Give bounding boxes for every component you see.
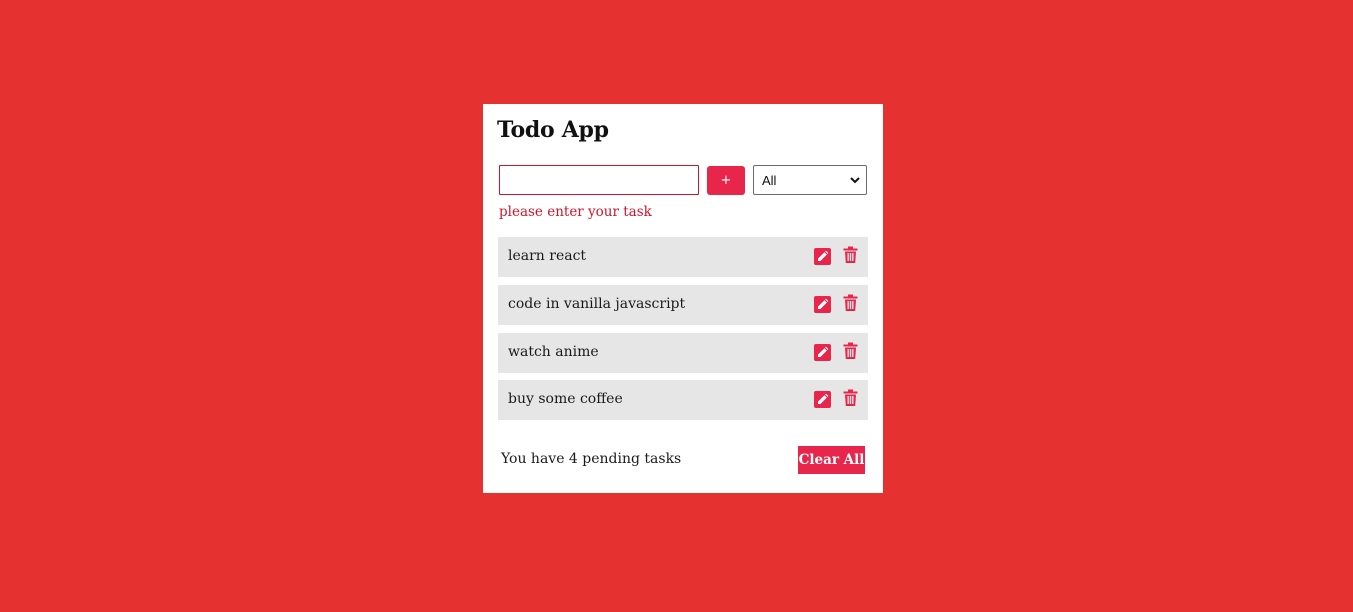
filter-select[interactable]: All [753, 165, 867, 195]
pencil-icon[interactable] [814, 344, 831, 361]
task-text: buy some coffee [508, 391, 623, 407]
task-item: code in vanilla javascript [498, 285, 868, 325]
pending-count-text: You have 4 pending tasks [501, 451, 682, 467]
task-input[interactable] [499, 165, 699, 195]
pencil-icon[interactable] [814, 296, 831, 313]
task-item: buy some coffee [498, 380, 868, 420]
task-item: watch anime [498, 333, 868, 373]
pencil-icon[interactable] [814, 391, 831, 408]
error-message: please enter your task [499, 204, 652, 220]
task-text: learn react [508, 248, 587, 264]
task-text: watch anime [508, 344, 599, 360]
trash-icon[interactable] [843, 246, 858, 264]
trash-icon[interactable] [843, 389, 858, 407]
add-task-button[interactable]: + [707, 166, 745, 195]
filter-selected-value: All [762, 172, 777, 188]
task-text: code in vanilla javascript [508, 296, 686, 312]
todo-card: Todo App + All please enter your task le… [483, 104, 883, 493]
chevron-down-icon [850, 174, 860, 186]
task-item: learn react [498, 237, 868, 277]
trash-icon[interactable] [843, 342, 858, 360]
trash-icon[interactable] [843, 294, 858, 312]
task-list: learn react code in vanilla javascript w… [498, 237, 868, 428]
clear-all-button[interactable]: Clear All [798, 446, 865, 474]
pencil-icon[interactable] [814, 248, 831, 265]
app-title: Todo App [497, 117, 609, 143]
